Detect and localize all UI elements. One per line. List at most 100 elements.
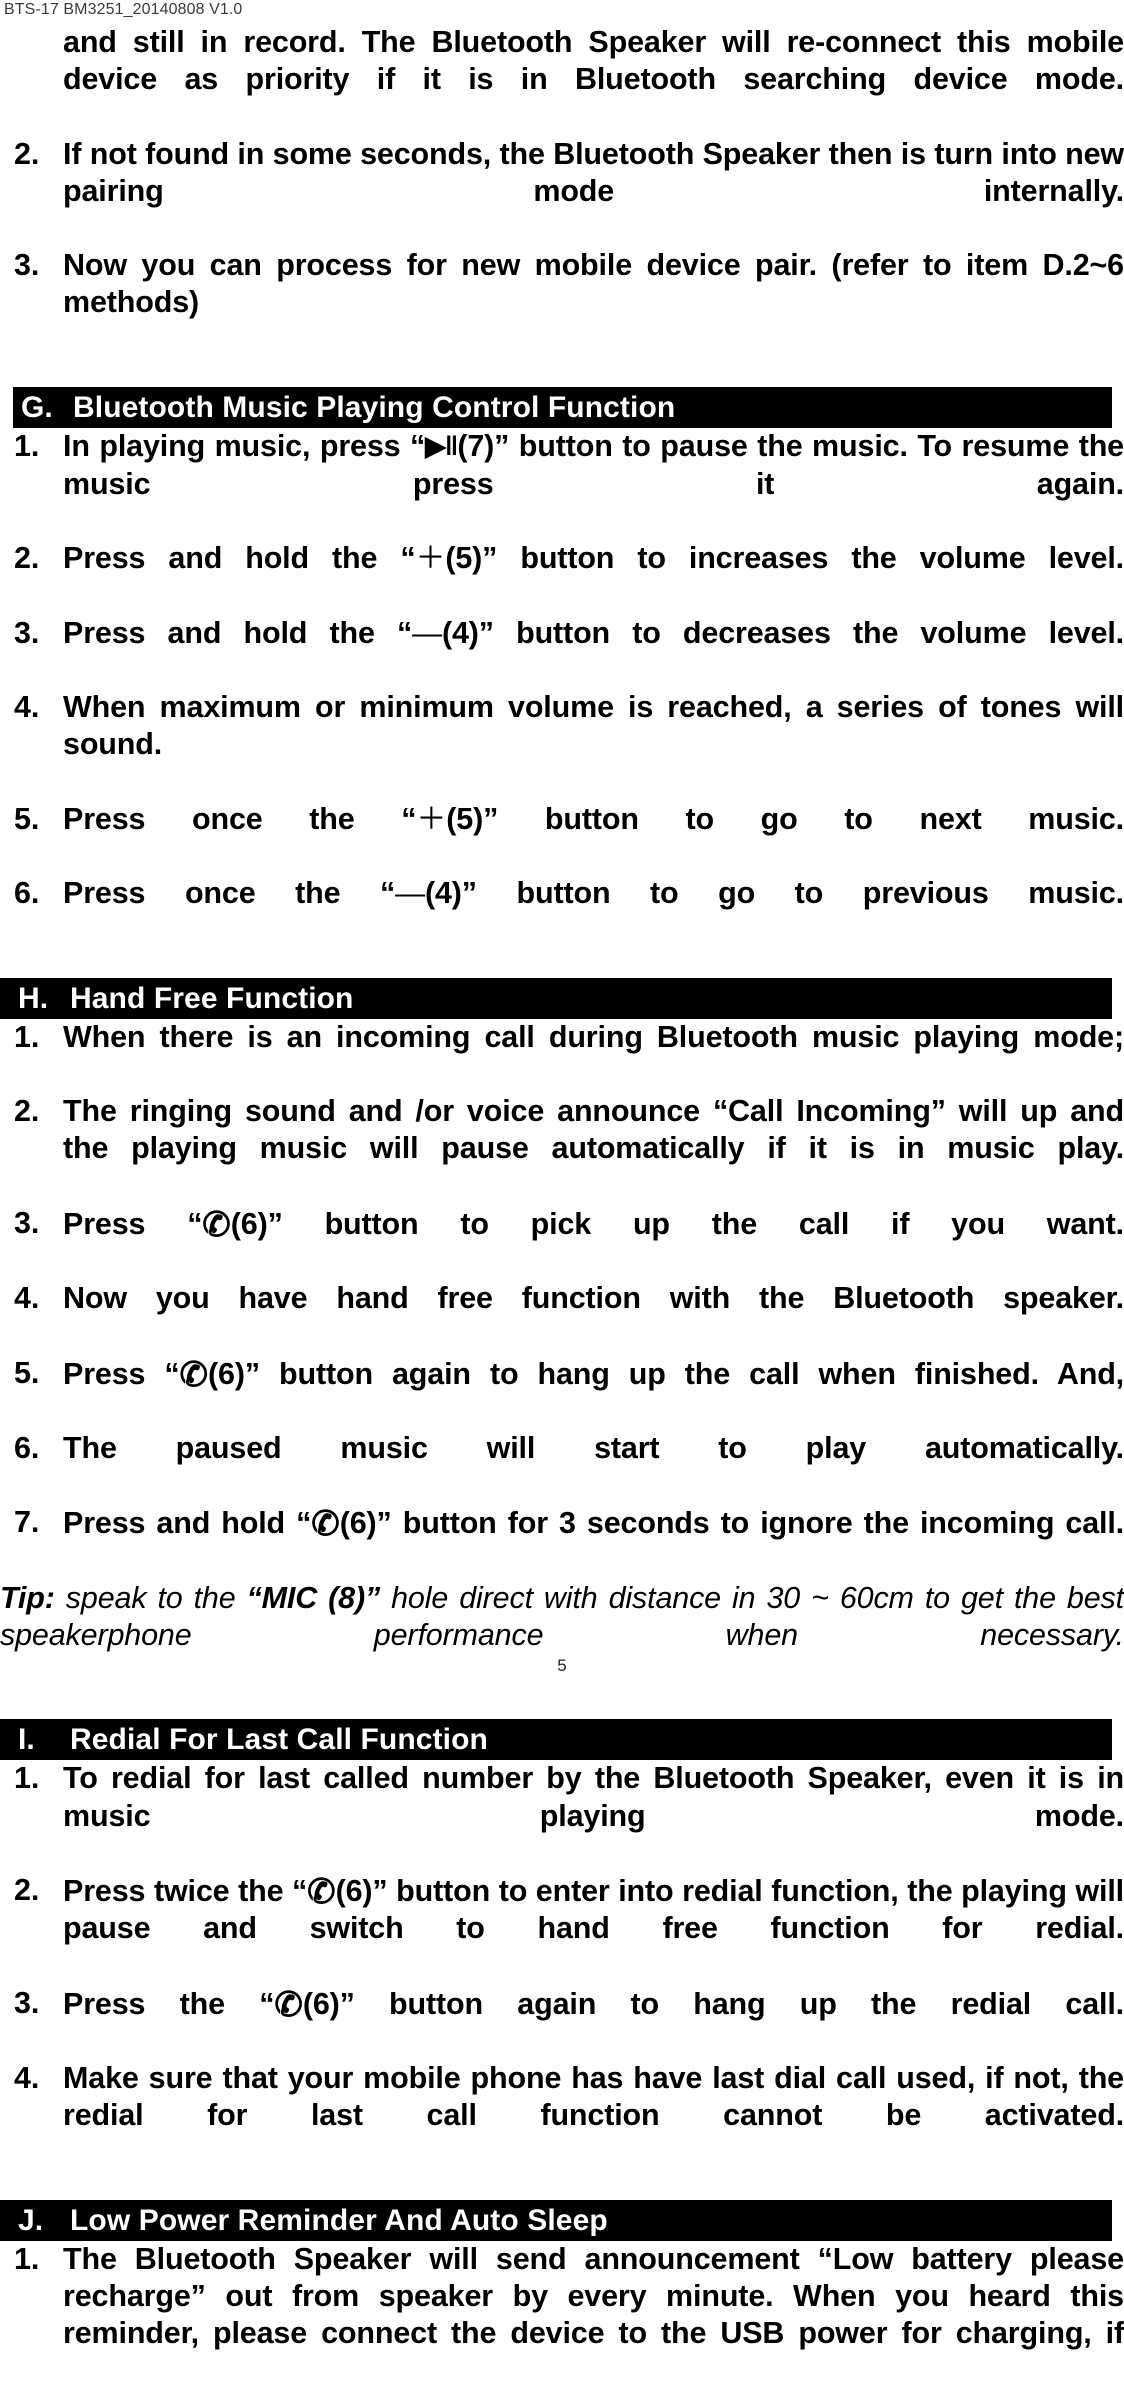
list-text: Press “✆(6)” button to pick up the call … xyxy=(63,1205,1124,1280)
section-header-h: H. Hand Free Function xyxy=(0,977,1112,1019)
list-marker: 1. xyxy=(14,1761,40,1796)
tip-text-part1: speak to the xyxy=(54,1580,247,1615)
button-reference: (5)” xyxy=(446,801,499,836)
section-title: Low Power Reminder And Auto Sleep xyxy=(70,2203,608,2237)
section-letter: G. xyxy=(21,390,53,424)
list-text: Press and hold “✆(6)” button for 3 secon… xyxy=(63,1504,1124,1579)
list-item: 3. Now you can process for new mobile de… xyxy=(0,247,1124,359)
plus-icon: ＋ xyxy=(415,542,446,576)
button-reference: (6)” xyxy=(208,1356,260,1391)
list-marker: 6. xyxy=(14,876,40,911)
text-after-glyph: button again to hang up the call when fi… xyxy=(259,1356,1124,1391)
plus-icon: ＋ xyxy=(416,802,447,836)
text-after-emphasis: out from speaker by every minute. When y… xyxy=(63,2278,1124,2350)
list-text: Press and hold the “―(4)” button to decr… xyxy=(63,615,1124,689)
button-reference: (4)” xyxy=(441,615,494,650)
list-text: Press and hold the “＋(5)” button to incr… xyxy=(63,540,1124,614)
text-before-glyph: Press the “ xyxy=(63,1986,275,2021)
list-item: 2. The ringing sound and /or voice annou… xyxy=(0,1093,1124,1205)
page-content: and still in record. The Bluetooth Speak… xyxy=(0,24,1124,2389)
list-marker: 2. xyxy=(14,136,40,171)
list-item: 1. To redial for last called number by t… xyxy=(0,1760,1124,1872)
phone-handset-icon: ✆ xyxy=(274,1985,303,2024)
list-text: When maximum or minimum volume is reache… xyxy=(63,690,1124,762)
text-before-glyph: In playing music, press “ xyxy=(63,428,426,463)
list-item: 4. Make sure that your mobile phone has … xyxy=(0,2060,1124,2172)
list-item: 6. The paused music will start to play a… xyxy=(0,1430,1124,1504)
minus-icon: ― xyxy=(412,616,442,650)
text-after-glyph: button to increases the volume level. xyxy=(497,541,1124,576)
list-item: 4. Now you have hand free function with … xyxy=(0,1280,1124,1354)
list-text: If not found in some seconds, the Blueto… xyxy=(63,136,1124,208)
list-item: 4. When maximum or minimum volume is rea… xyxy=(0,689,1124,801)
button-reference: (4)” xyxy=(424,876,477,911)
list-text: The Bluetooth Speaker will send announce… xyxy=(63,2241,1124,2389)
text-before-emphasis: The ringing sound and /or voice announce xyxy=(63,1094,713,1129)
list-text: Press “✆(6)” button again to hang up the… xyxy=(63,1355,1124,1430)
list-marker: 2. xyxy=(14,1872,40,1907)
tip-label: Tip: xyxy=(0,1580,55,1615)
page-number: 5 xyxy=(557,1656,567,1675)
list-item: 7. Press and hold “✆(6)” button for 3 se… xyxy=(0,1504,1124,1579)
section-title: Bluetooth Music Playing Control Function xyxy=(73,390,676,424)
continued-numbered-list: 2. If not found in some seconds, the Blu… xyxy=(0,136,1124,359)
section-h-list: 1. When there is an incoming call during… xyxy=(0,1019,1124,1580)
document-header: BTS-17 BM3251_20140808 V1.0 xyxy=(4,1,243,18)
section-header-g: G. Bluetooth Music Playing Control Funct… xyxy=(13,386,1112,428)
list-item: 2. If not found in some seconds, the Blu… xyxy=(0,136,1124,248)
text-after-glyph: button to go to previous music. xyxy=(476,876,1124,911)
list-item: 2. Press and hold the “＋(5)” button to i… xyxy=(0,540,1124,614)
section-j-list: 1. The Bluetooth Speaker will send annou… xyxy=(0,2241,1124,2389)
carryover-paragraph: and still in record. The Bluetooth Speak… xyxy=(63,25,1124,97)
list-marker: 1. xyxy=(14,2241,40,2276)
list-marker: 6. xyxy=(14,1430,40,1465)
text-after-glyph: button to go to next music. xyxy=(498,801,1124,836)
list-text: Press once the “―(4)” button to go to pr… xyxy=(63,875,1124,949)
text-before-glyph: Press “ xyxy=(63,1356,180,1391)
section-letter: J. xyxy=(18,2203,44,2237)
list-marker: 4. xyxy=(14,690,40,725)
list-marker: 1. xyxy=(14,428,40,463)
list-marker: 3. xyxy=(14,615,40,650)
button-reference: (6)” xyxy=(339,1506,392,1541)
list-item: 3. Press the “✆(6)” button again to hang… xyxy=(0,1985,1124,2060)
text-after-glyph: button to decreases the volume level. xyxy=(493,615,1124,650)
list-text: In playing music, press “▶‖(7)” button t… xyxy=(63,428,1124,541)
list-text: Now you have hand free function with the… xyxy=(63,1281,1124,1316)
list-text: When there is an incoming call during Bl… xyxy=(63,1019,1124,1054)
list-marker: 1. xyxy=(14,1019,40,1054)
manual-page: BTS-17 BM3251_20140808 V1.0 and still in… xyxy=(0,0,1124,2350)
text-before-glyph: Press and hold “ xyxy=(63,1506,312,1541)
list-marker: 5. xyxy=(14,801,40,836)
list-marker: 7. xyxy=(14,1505,40,1540)
section-g-list: 1. In playing music, press “▶‖(7)” butto… xyxy=(0,428,1124,950)
play-pause-icon: ▶‖ xyxy=(425,430,458,461)
list-item: 1. In playing music, press “▶‖(7)” butto… xyxy=(0,428,1124,541)
button-reference: (6)” xyxy=(335,1873,388,1908)
section-title: Hand Free Function xyxy=(70,981,354,1015)
list-item: 3. Press “✆(6)” button to pick up the ca… xyxy=(0,1205,1124,1280)
phone-handset-icon: ✆ xyxy=(179,1355,209,1394)
list-item: 3. Press and hold the “―(4)” button to d… xyxy=(0,615,1124,689)
list-text: The ringing sound and /or voice announce… xyxy=(63,1093,1124,1205)
list-text: Make sure that your mobile phone has hav… xyxy=(63,2060,1124,2133)
text-before-glyph: Press once the “ xyxy=(63,801,417,836)
list-marker: 4. xyxy=(14,2060,40,2095)
list-text: To redial for last called number by the … xyxy=(63,1761,1124,1833)
list-marker: 4. xyxy=(14,1281,40,1316)
announcement-phrase: “Call Incoming” xyxy=(712,1094,946,1129)
phone-handset-icon: ✆ xyxy=(307,1872,336,1911)
list-item: 5. Press once the “＋(5)” button to go to… xyxy=(0,801,1124,875)
text-before-glyph: Press “ xyxy=(63,1206,203,1241)
list-marker: 3. xyxy=(14,248,40,283)
phone-handset-icon: ✆ xyxy=(202,1205,231,1244)
text-before-glyph: Press and hold the “ xyxy=(63,615,413,650)
button-reference: (6)” xyxy=(230,1206,283,1241)
button-reference: (7)” xyxy=(457,428,510,463)
minus-icon: ― xyxy=(395,877,425,911)
list-text: Press the “✆(6)” button again to hang up… xyxy=(63,1985,1124,2060)
section-header-i: I. Redial For Last Call Function xyxy=(0,1719,1112,1761)
